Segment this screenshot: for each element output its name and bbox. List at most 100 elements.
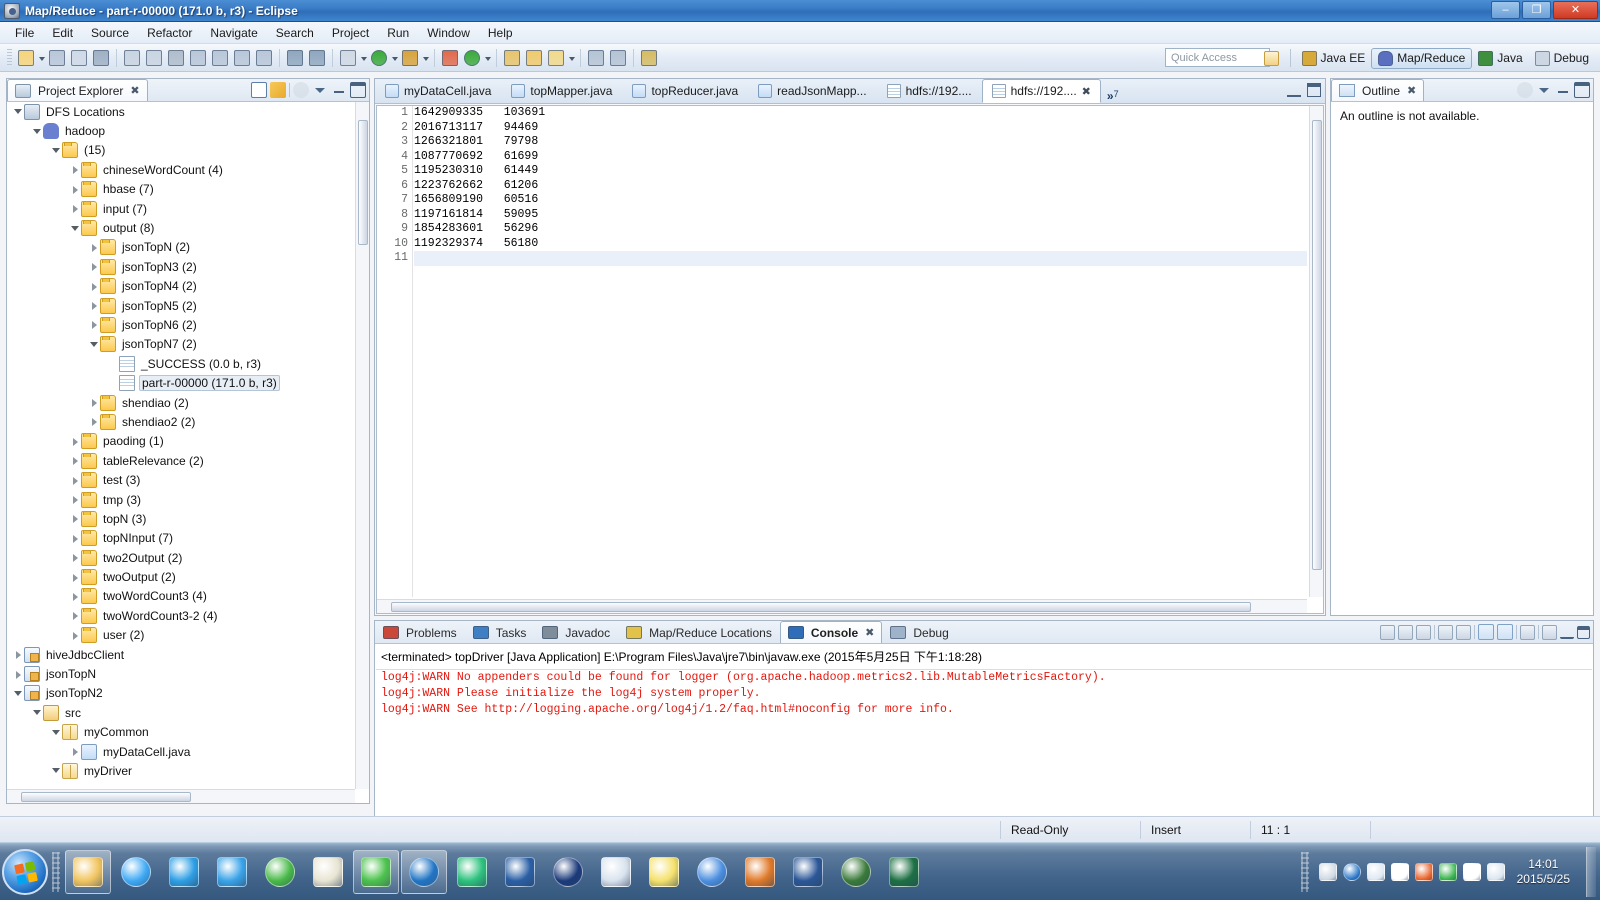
show-desktop-button[interactable] (1586, 846, 1596, 897)
view-menu-icon[interactable] (1536, 82, 1552, 98)
taskbar-360-safe[interactable] (257, 850, 303, 894)
run-external-tools-icon[interactable] (400, 48, 420, 68)
view-menu-icon[interactable] (312, 82, 328, 98)
tray-keyboard-icon[interactable] (1318, 862, 1337, 881)
display-selected-console-icon[interactable] (1520, 624, 1535, 640)
taskbar-notes-app[interactable] (641, 850, 687, 894)
chevron-right-icon[interactable] (89, 315, 100, 334)
taskbar-weibo[interactable] (209, 850, 255, 894)
taskbar-word[interactable] (785, 850, 831, 894)
project-tree-hscrollbar[interactable] (7, 789, 355, 803)
step-return-icon[interactable] (232, 48, 252, 68)
open-console-icon[interactable] (1542, 624, 1557, 640)
resume-icon[interactable] (122, 48, 142, 68)
open-perspective-button[interactable] (1258, 49, 1285, 68)
print-icon[interactable] (91, 48, 111, 68)
drop-to-frame-icon[interactable] (254, 48, 274, 68)
chevron-right-icon[interactable] (89, 277, 100, 296)
tree-item[interactable]: two2Output (2) (7, 548, 355, 567)
code-text[interactable]: 1642909335 103691 2016713117 94469 1266321… (414, 106, 1307, 597)
tray-show-hidden-icon[interactable] (1366, 862, 1385, 881)
tree-item[interactable]: twoOutput (2) (7, 567, 355, 586)
minimize-icon[interactable] (1555, 82, 1571, 98)
word-wrap-icon[interactable] (1456, 624, 1471, 640)
taskbar-video-app[interactable] (497, 850, 543, 894)
maximize-icon[interactable] (1577, 625, 1590, 639)
code-line[interactable]: 1854283601 56296 (414, 222, 1307, 237)
menu-source[interactable]: Source (82, 24, 138, 42)
menu-help[interactable]: Help (479, 24, 522, 42)
menu-window[interactable]: Window (418, 24, 479, 42)
editor-tab[interactable]: topReducer.java (622, 79, 748, 103)
tree-item[interactable]: part-r-00000 (171.0 b, r3) (7, 373, 355, 392)
menu-file[interactable]: File (6, 24, 43, 42)
taskbar-file-explorer[interactable] (65, 849, 111, 894)
tray-input-method-icon[interactable] (1462, 862, 1481, 881)
chevron-right-icon[interactable] (70, 568, 81, 587)
tree-item[interactable]: src (7, 703, 355, 722)
chevron-right-icon[interactable] (89, 412, 100, 431)
tree-item[interactable]: shendiao2 (2) (7, 412, 355, 431)
menu-navigate[interactable]: Navigate (201, 24, 266, 42)
open-type-icon[interactable] (502, 48, 522, 68)
taskbar-navicat[interactable] (545, 850, 591, 894)
chevron-right-icon[interactable] (70, 160, 81, 179)
scroll-thumb[interactable] (21, 792, 191, 802)
tree-item[interactable]: jsonTopN5 (2) (7, 296, 355, 315)
close-icon[interactable]: ✖ (1407, 84, 1416, 97)
chevron-right-icon[interactable] (70, 180, 81, 199)
code-line[interactable]: 1192329374 56180 (414, 237, 1307, 252)
tray-antivirus-icon[interactable] (1414, 862, 1433, 881)
taskbar-browser-green[interactable] (353, 849, 399, 894)
menu-run[interactable]: Run (378, 24, 418, 42)
console-tab[interactable]: Problems (375, 621, 465, 643)
remove-all-terminated-icon[interactable] (1416, 624, 1431, 640)
tray-volume-icon[interactable] (1390, 862, 1409, 881)
chevron-right-icon[interactable] (89, 257, 100, 276)
project-tree-vscrollbar[interactable] (355, 102, 369, 789)
code-line[interactable]: 1656809190 60516 (414, 193, 1307, 208)
menu-search[interactable]: Search (267, 24, 323, 42)
debug-icon[interactable] (338, 48, 358, 68)
remove-breakpoints-icon[interactable] (307, 48, 327, 68)
search-dropdown-arrow[interactable] (567, 48, 576, 68)
tree-item[interactable]: jsonTopN4 (2) (7, 277, 355, 296)
editor-vscrollbar[interactable] (1309, 106, 1323, 597)
perspective-java[interactable]: Java (1472, 49, 1528, 68)
taskbar-hummingbird[interactable] (833, 850, 879, 894)
taskbar-internet-explorer[interactable] (113, 850, 159, 894)
terminate-icon[interactable] (1398, 624, 1413, 640)
suspend-icon[interactable] (144, 48, 164, 68)
tree-item[interactable]: topN (3) (7, 509, 355, 528)
tree-item[interactable]: jsonTopN2 (7, 684, 355, 703)
tree-item[interactable]: twoWordCount3 (4) (7, 587, 355, 606)
search-icon[interactable] (546, 48, 566, 68)
collapse-all-icon[interactable] (251, 82, 267, 98)
chevron-down-icon[interactable] (51, 761, 62, 780)
taskbar-database-tool[interactable] (593, 850, 639, 894)
chevron-right-icon[interactable] (70, 606, 81, 625)
maximize-icon[interactable] (350, 82, 366, 98)
console-tab[interactable]: Javadoc (534, 621, 618, 643)
chevron-right-icon[interactable] (13, 645, 24, 664)
scroll-thumb[interactable] (1312, 120, 1322, 570)
editor-tab[interactable]: hdfs://192.... ✖ (981, 79, 1101, 103)
menu-edit[interactable]: Edit (43, 24, 82, 42)
tree-item[interactable]: jsonTopN (7, 664, 355, 683)
menu-refactor[interactable]: Refactor (138, 24, 201, 42)
code-line[interactable]: 1195230310 61449 (414, 164, 1307, 179)
start-button[interactable] (2, 848, 48, 895)
chevron-right-icon[interactable] (70, 742, 81, 761)
chevron-right-icon[interactable] (70, 451, 81, 470)
run-external-tools-dropdown-arrow[interactable] (421, 48, 430, 68)
console-tab[interactable]: Console ✖ (779, 621, 883, 643)
console-tab[interactable]: Debug (882, 621, 956, 643)
new-wizard-icon[interactable] (16, 48, 36, 68)
tree-item[interactable]: myCommon (7, 723, 355, 742)
chevron-right-icon[interactable] (70, 587, 81, 606)
tree-item[interactable]: chineseWordCount (4) (7, 160, 355, 179)
maximize-icon[interactable] (1574, 82, 1590, 98)
chevron-right-icon[interactable] (70, 199, 81, 218)
taskbar-excel[interactable] (881, 850, 927, 894)
show-console-on-output-icon[interactable] (1478, 624, 1494, 640)
